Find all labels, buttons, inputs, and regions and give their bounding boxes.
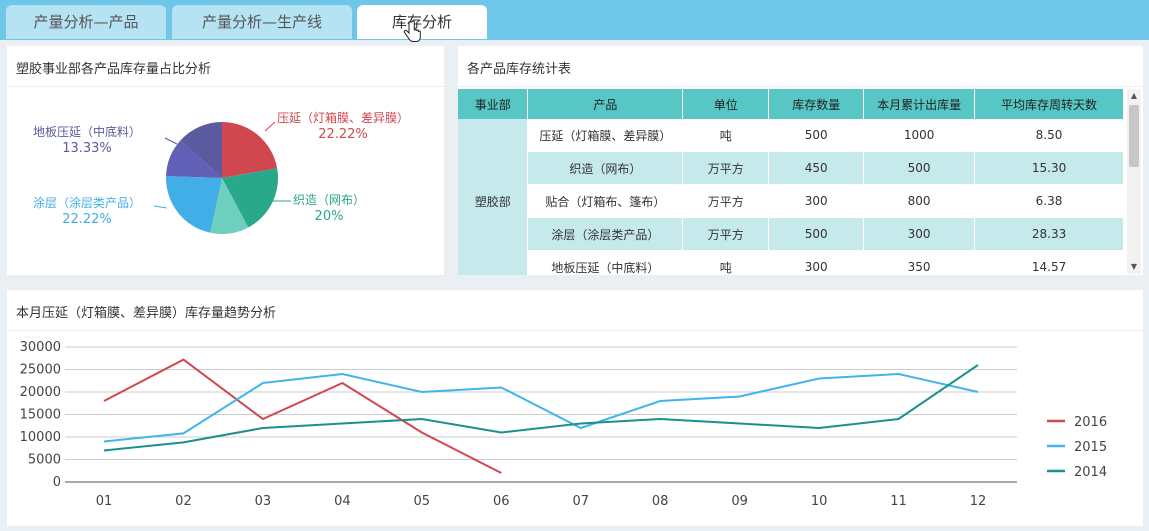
outbound-cell: 300 <box>863 217 976 251</box>
product-cell: 涂层（涂层类产品） <box>527 217 684 251</box>
unit-cell: 吨 <box>682 250 770 275</box>
table-panel-title: 各产品库存统计表 <box>467 62 572 77</box>
turnover-cell: 6.38 <box>974 184 1124 218</box>
pie-slice-value: 20% <box>315 209 344 224</box>
table-row[interactable]: 涂层（涂层类产品） 万平方 500 300 28.33 <box>458 217 1124 251</box>
y-tick-label: 10000 <box>20 430 61 445</box>
product-cell: 压延（灯箱膜、差异膜） <box>527 119 684 152</box>
unit-cell: 万平方 <box>682 184 770 218</box>
dept-cell: 塑胶部 <box>458 119 529 275</box>
outbound-cell: 500 <box>863 151 976 185</box>
x-tick-label: 11 <box>890 494 907 509</box>
pie-slice-label: 涂层（涂层类产品） <box>33 195 141 210</box>
unit-cell: 万平方 <box>682 217 770 251</box>
line-chart: 0 5000 10000 15000 20000 25000 30000 01 02 03 04 05… <box>20 340 1107 509</box>
turnover-cell: 15.30 <box>974 151 1124 185</box>
table-row[interactable]: 贴合（灯箱布、篷布） 万平方 300 800 6.38 <box>458 184 1124 218</box>
pie-label-line <box>153 205 168 209</box>
scroll-up-icon[interactable]: ▲ <box>1127 89 1141 103</box>
unit-cell: 吨 <box>682 119 770 152</box>
scroll-down-icon[interactable]: ▼ <box>1127 260 1141 274</box>
table-panel: 各产品库存统计表 事业部 产品 单位 库存数量 本月累计出库量 平均库存周转天数… <box>458 46 1143 275</box>
tab-output-line[interactable]: 产量分析—生产线 <box>172 5 352 39</box>
pie-slice-value: 22.22% <box>62 212 112 227</box>
col-header-unit[interactable]: 单位 <box>682 89 770 119</box>
x-tick-label: 10 <box>811 494 828 509</box>
pie-slice-label: 织造（网布） <box>293 193 365 207</box>
x-tick-label: 09 <box>731 494 748 509</box>
y-tick-label: 30000 <box>20 340 61 355</box>
stock-cell: 500 <box>768 217 865 251</box>
product-cell: 贴合（灯箱布、篷布） <box>527 184 684 218</box>
legend-label[interactable]: 2016 <box>1074 415 1107 430</box>
legend-label[interactable]: 2015 <box>1074 440 1107 455</box>
pie-slice-value: 13.33% <box>62 141 112 156</box>
hand-cursor-icon <box>403 20 421 42</box>
pie-label-line <box>264 121 276 132</box>
tab-output-product[interactable]: 产量分析—产品 <box>6 5 166 39</box>
table-row[interactable]: 织造（网布） 万平方 450 500 15.30 <box>458 151 1124 185</box>
x-tick-label: 02 <box>175 494 192 509</box>
stock-table-wrap: 事业部 产品 单位 库存数量 本月累计出库量 平均库存周转天数 塑胶部 压延（灯… <box>458 89 1124 275</box>
series-line[interactable] <box>103 358 502 474</box>
x-tick-label: 07 <box>572 494 589 509</box>
table-scrollbar[interactable]: ▲ ▼ <box>1127 89 1141 274</box>
legend-label[interactable]: 2014 <box>1074 465 1107 480</box>
y-tick-label: 0 <box>53 475 61 490</box>
series-line[interactable] <box>103 372 979 443</box>
stock-cell: 300 <box>768 250 865 275</box>
pie-chart: 压延（灯箱膜、差异膜） 22.22% 织造（网布） 20% 涂层（涂层类产品） 22.22… <box>33 110 409 234</box>
y-tick-label: 5000 <box>28 453 61 468</box>
turnover-cell: 28.33 <box>974 217 1124 251</box>
table-row[interactable]: 地板压延（中底料） 吨 300 350 14.57 <box>458 250 1124 275</box>
pie-slice-value: 22.22% <box>318 127 368 142</box>
pie-label-line <box>164 137 178 145</box>
x-tick-label: 04 <box>334 494 351 509</box>
line-panel: 本月压延（灯箱膜、差异膜）库存量趋势分析 0 5000 10000 15000 2000… <box>7 290 1143 526</box>
y-tick-label: 25000 <box>20 363 61 378</box>
product-cell: 地板压延（中底料） <box>527 250 684 275</box>
divider <box>458 86 1143 87</box>
scrollbar-thumb[interactable] <box>1129 105 1139 167</box>
pie-slice-label: 压延（灯箱膜、差异膜） <box>277 110 409 125</box>
stock-table: 事业部 产品 单位 库存数量 本月累计出库量 平均库存周转天数 塑胶部 压延（灯… <box>458 89 1124 275</box>
unit-cell: 万平方 <box>682 151 770 185</box>
col-header-stock[interactable]: 库存数量 <box>768 89 865 119</box>
x-tick-label: 06 <box>493 494 510 509</box>
pie-slice[interactable] <box>222 122 278 178</box>
stock-cell: 500 <box>768 119 865 152</box>
tab-bar: 产量分析—产品 产量分析—生产线 库存分析 <box>0 0 1149 42</box>
col-header-dept[interactable]: 事业部 <box>458 89 529 119</box>
outbound-cell: 800 <box>863 184 976 218</box>
pie-slice-label: 地板压延（中底料） <box>33 124 141 139</box>
col-header-product[interactable]: 产品 <box>527 89 684 119</box>
x-tick-label: 08 <box>652 494 669 509</box>
turnover-cell: 8.50 <box>974 119 1124 152</box>
pie-panel: 塑胶事业部各产品库存量占比分析 压延（灯箱膜、差异膜） 22.22% 织造（网布） 2… <box>7 46 444 275</box>
x-tick-label: 05 <box>414 494 431 509</box>
outbound-cell: 1000 <box>863 119 976 152</box>
turnover-cell: 14.57 <box>974 250 1124 275</box>
product-cell: 织造（网布） <box>527 151 684 185</box>
x-tick-label: 12 <box>970 494 987 509</box>
col-header-outbound[interactable]: 本月累计出库量 <box>863 89 976 119</box>
stock-cell: 450 <box>768 151 865 185</box>
x-tick-label: 03 <box>255 494 272 509</box>
table-row[interactable]: 塑胶部 压延（灯箱膜、差异膜） 吨 500 1000 8.50 <box>458 119 1124 275</box>
y-tick-label: 15000 <box>20 408 61 423</box>
stock-cell: 300 <box>768 184 865 218</box>
outbound-cell: 350 <box>863 250 976 275</box>
y-tick-label: 20000 <box>20 385 61 400</box>
col-header-turnover[interactable]: 平均库存周转天数 <box>974 89 1124 119</box>
x-tick-label: 01 <box>96 494 113 509</box>
